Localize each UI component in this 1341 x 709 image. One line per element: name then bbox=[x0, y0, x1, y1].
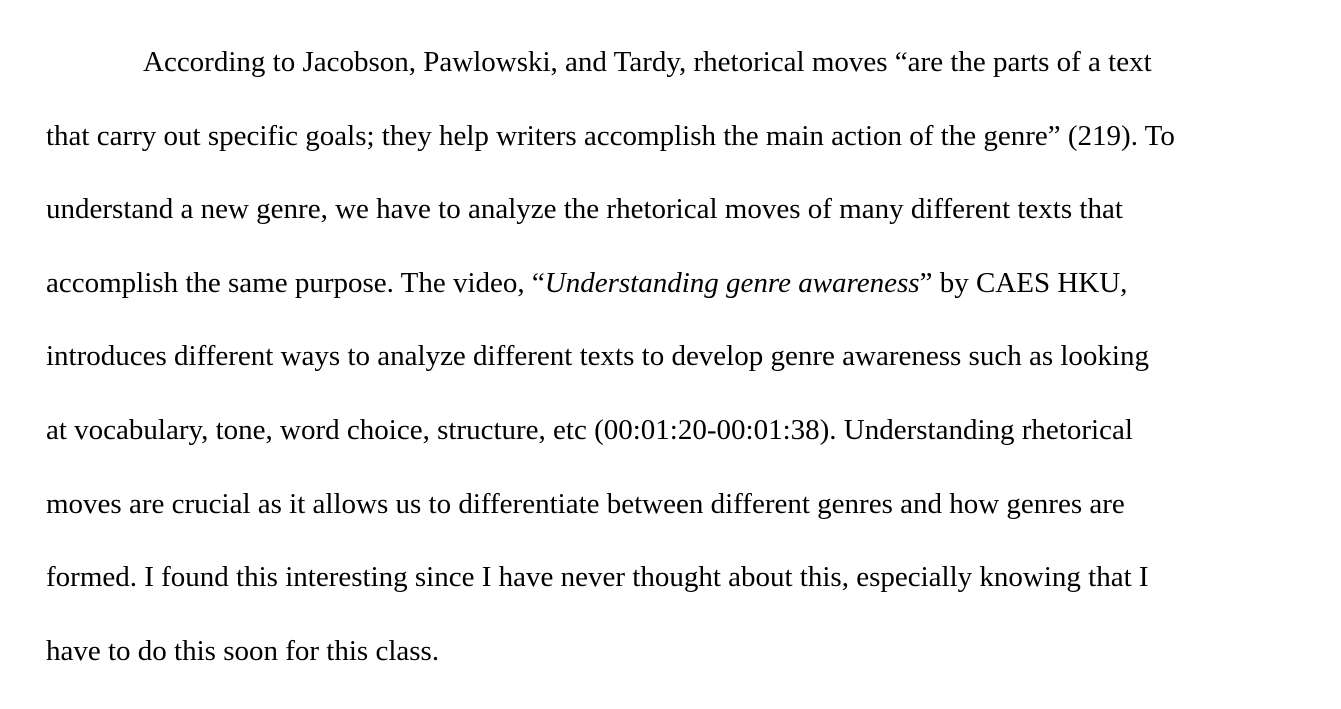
paragraph-line: moves are crucial as it allows us to dif… bbox=[46, 488, 1125, 520]
paragraph-line: that carry out specific goals; they help… bbox=[46, 120, 1175, 152]
paragraph-line: have to do this soon for this class. bbox=[46, 635, 440, 667]
video-title-italic: Understanding genre awareness bbox=[544, 267, 920, 299]
line-text: accomplish the same purpose. The video, … bbox=[46, 267, 545, 299]
paragraph-line: accomplish the same purpose. The video, … bbox=[46, 266, 1127, 300]
paragraph-line: understand a new genre, we have to analy… bbox=[46, 193, 1123, 225]
paragraph-line: According to Jacobson, Pawlowski, and Ta… bbox=[143, 46, 1152, 78]
paragraph-line: introduces different ways to analyze dif… bbox=[46, 340, 1149, 372]
paragraph-line: at vocabulary, tone, word choice, struct… bbox=[46, 414, 1133, 446]
line-text: ” by CAES HKU, bbox=[919, 267, 1128, 299]
paragraph-line: formed. I found this interesting since I… bbox=[46, 561, 1149, 593]
document-page: According to Jacobson, Pawlowski, and Ta… bbox=[0, 0, 1341, 709]
